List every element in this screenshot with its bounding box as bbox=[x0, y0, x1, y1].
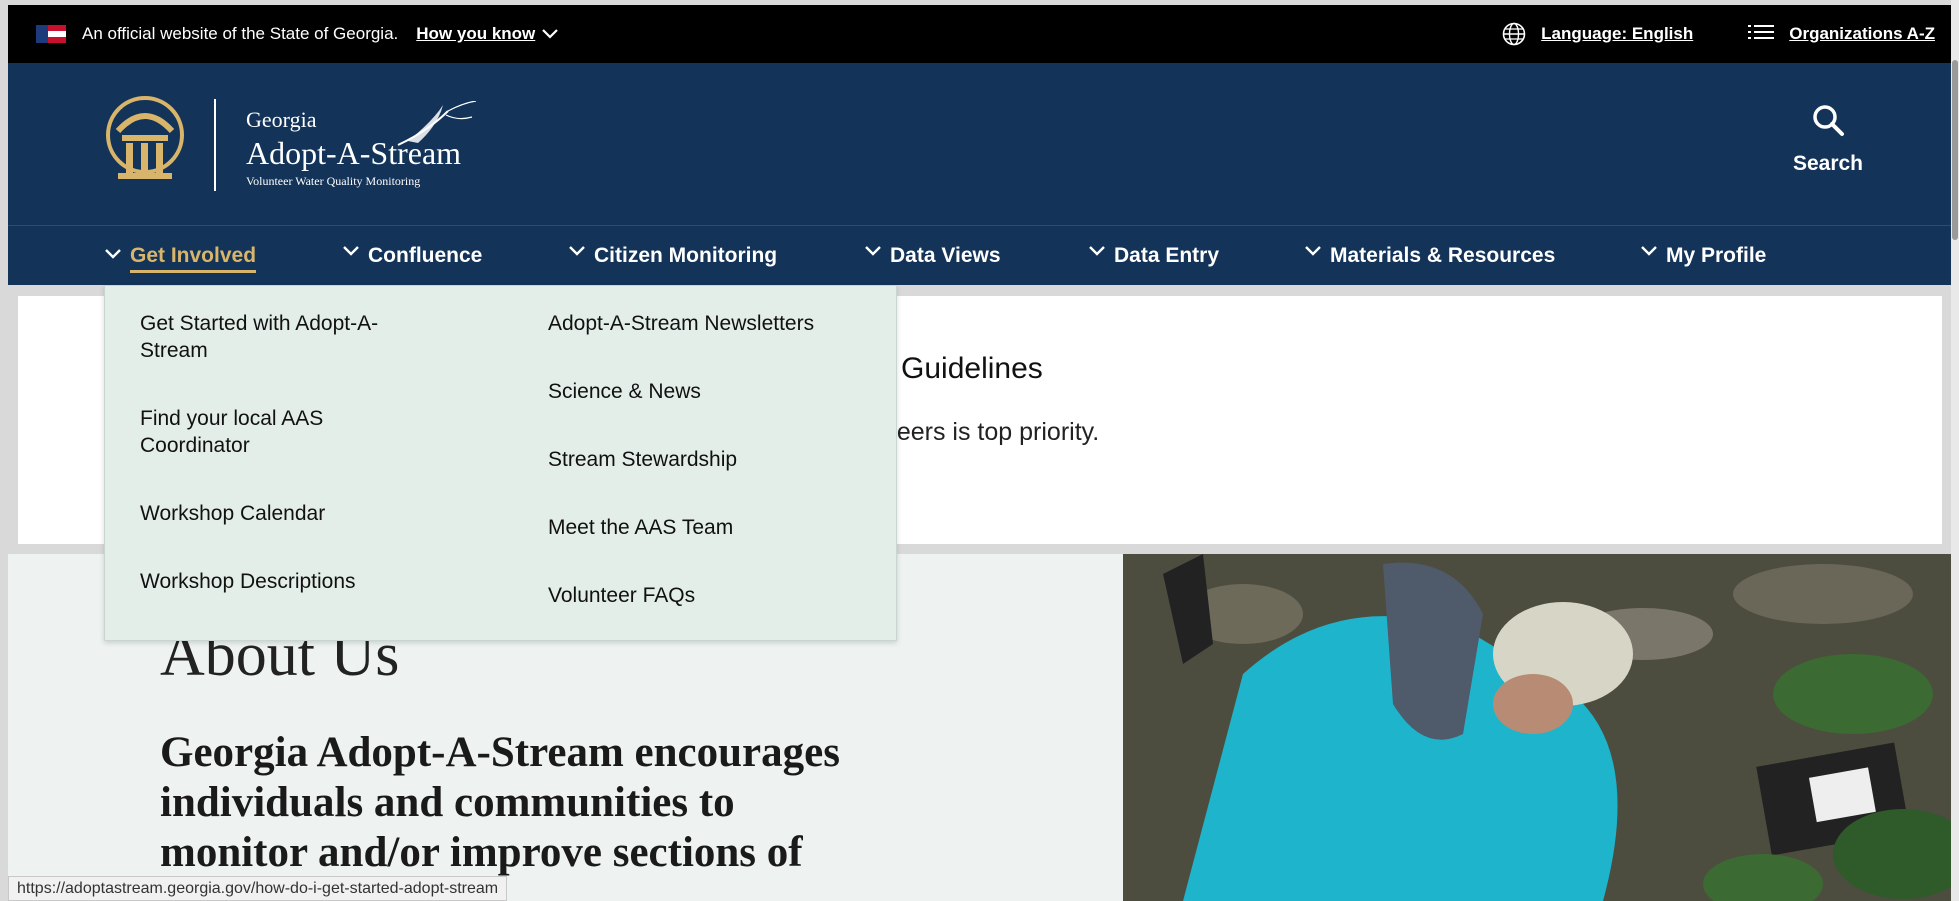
how-you-know-label: How you know bbox=[416, 24, 536, 43]
language-link[interactable]: Language: English bbox=[1541, 24, 1693, 44]
brand-tagline: Volunteer Water Quality Monitoring bbox=[246, 174, 421, 188]
volunteer-photo bbox=[1123, 554, 1951, 901]
dropdown-item-newsletters[interactable]: Adopt-A-Stream Newsletters bbox=[548, 310, 868, 337]
nav-label: Confluence bbox=[368, 244, 483, 267]
chevron-down-icon bbox=[865, 246, 881, 256]
banner-text: nteers is top priority. bbox=[876, 418, 1100, 446]
dropdown-item-workshop-calendar[interactable]: Workshop Calendar bbox=[140, 500, 440, 527]
chevron-down-icon bbox=[343, 246, 359, 256]
search-button[interactable]: Search bbox=[1778, 103, 1878, 176]
chevron-down-icon bbox=[105, 248, 121, 259]
nav-confluence[interactable]: Confluence bbox=[342, 244, 482, 268]
mayfly-icon bbox=[397, 101, 477, 146]
chevron-down-icon bbox=[569, 246, 585, 256]
official-banner: An official website of the State of Geor… bbox=[8, 5, 1951, 63]
official-text: An official website of the State of Geor… bbox=[82, 24, 399, 43]
nav-get-involved[interactable]: Get Involved bbox=[104, 244, 257, 273]
logo-divider bbox=[214, 99, 216, 191]
nav-data-views[interactable]: Data Views bbox=[864, 244, 1001, 268]
banner-title: g Guidelines bbox=[876, 352, 1043, 385]
nav-my-profile[interactable]: My Profile bbox=[1640, 244, 1766, 268]
nav-data-entry[interactable]: Data Entry bbox=[1088, 244, 1219, 268]
page-scrollbar[interactable] bbox=[1951, 0, 1959, 901]
search-icon bbox=[1813, 105, 1844, 136]
georgia-seal-icon[interactable] bbox=[104, 95, 186, 187]
nav-label: My Profile bbox=[1666, 244, 1767, 267]
how-you-know-toggle[interactable]: How you know bbox=[416, 24, 559, 44]
chevron-down-icon bbox=[1089, 246, 1105, 256]
dropdown-item-volunteer-faqs[interactable]: Volunteer FAQs bbox=[548, 582, 848, 609]
status-url: https://adoptastream.georgia.gov/how-do-… bbox=[8, 876, 508, 901]
chevron-down-icon bbox=[1305, 246, 1321, 256]
globe-icon bbox=[1502, 22, 1526, 46]
dropdown-item-find-coordinator[interactable]: Find your local AAS Coordinator bbox=[140, 405, 400, 459]
main-nav: Get Involved Confluence Citizen Monitori… bbox=[8, 226, 1951, 285]
nav-label: Citizen Monitoring bbox=[594, 244, 778, 267]
dropdown-item-science-news[interactable]: Science & News bbox=[548, 378, 848, 405]
nav-label: Materials & Resources bbox=[1330, 244, 1556, 267]
chevron-down-icon bbox=[542, 29, 559, 39]
nav-label: Get Involved bbox=[130, 244, 257, 273]
dropdown-item-workshop-descriptions[interactable]: Workshop Descriptions bbox=[140, 568, 440, 595]
dropdown-item-stream-stewardship[interactable]: Stream Stewardship bbox=[548, 446, 848, 473]
get-involved-dropdown: Get Started with Adopt-A-Stream Find you… bbox=[104, 285, 897, 641]
georgia-flag-icon bbox=[36, 25, 66, 43]
chevron-down-icon bbox=[1641, 246, 1657, 256]
list-icon bbox=[1748, 25, 1775, 39]
dropdown-item-get-started[interactable]: Get Started with Adopt-A-Stream bbox=[140, 310, 430, 364]
scrollbar-thumb[interactable] bbox=[1952, 60, 1958, 240]
organizations-link[interactable]: Organizations A-Z bbox=[1789, 24, 1935, 44]
nav-materials-resources[interactable]: Materials & Resources bbox=[1304, 244, 1555, 268]
nav-label: Data Entry bbox=[1114, 244, 1220, 267]
nav-citizen-monitoring[interactable]: Citizen Monitoring bbox=[568, 244, 777, 268]
dropdown-item-meet-team[interactable]: Meet the AAS Team bbox=[548, 514, 848, 541]
site-header: Georgia Adopt-A-Stream Volunteer Water Q… bbox=[8, 63, 1951, 226]
nav-label: Data Views bbox=[890, 244, 1001, 267]
search-label: Search bbox=[1792, 152, 1864, 175]
